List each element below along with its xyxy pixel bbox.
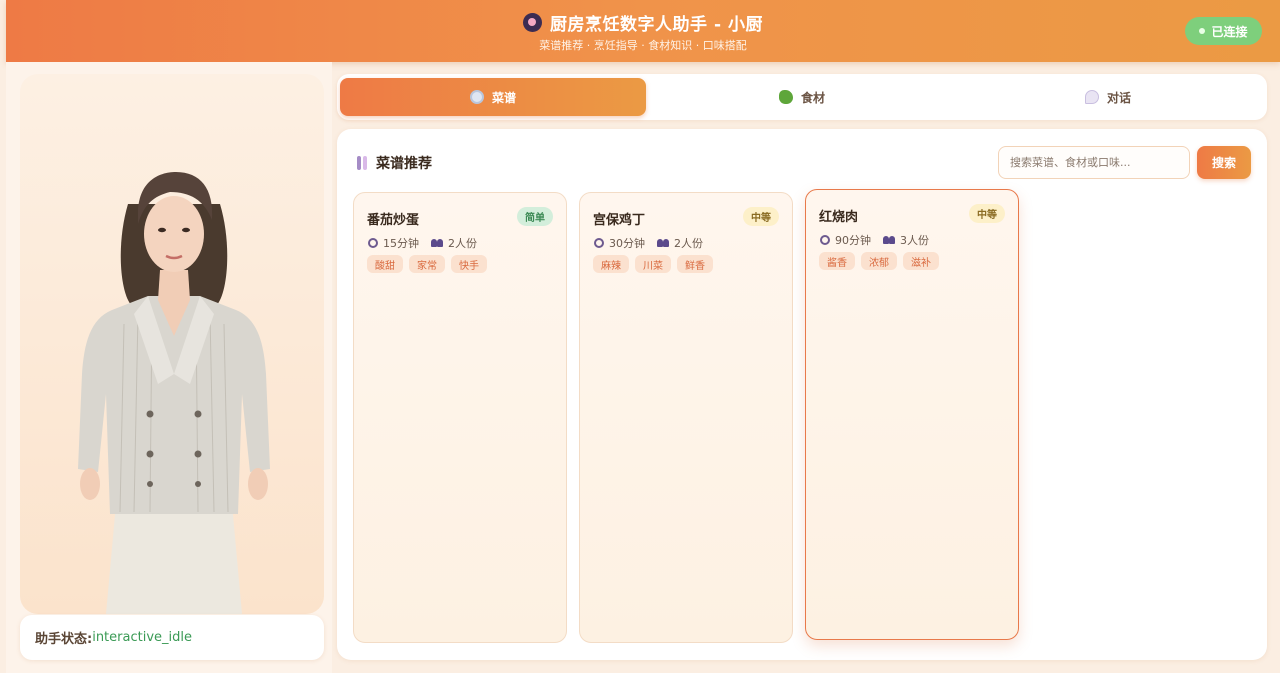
timer-icon xyxy=(820,235,830,245)
recipe-card-braised-pork[interactable]: 红烧肉 中等 90分钟 3人份 酱香 浓郁 滋补 xyxy=(805,189,1019,640)
app-header: 厨房烹饪数字人助手 - 小厨 菜谱推荐 · 烹饪指导 · 食材知识 · 口味搭配 xyxy=(6,0,1280,62)
tab-ingredients[interactable]: 食材 xyxy=(649,78,955,116)
flavor-tag: 酱香 xyxy=(819,252,855,270)
digital-human-avatar xyxy=(20,74,324,614)
recipe-card-kung-pao-chicken[interactable]: 宫保鸡丁 中等 30分钟 2人份 麻辣 川菜 鲜香 xyxy=(579,192,793,643)
people-icon xyxy=(883,236,895,244)
people-icon xyxy=(657,239,669,247)
recipes-section-title: 菜谱推荐 xyxy=(376,156,432,172)
assistant-figure-image xyxy=(78,172,270,614)
cook-time: 90分钟 xyxy=(835,234,871,247)
difficulty-badge: 中等 xyxy=(969,204,1005,223)
chat-bubble-icon xyxy=(1084,90,1099,104)
people-icon xyxy=(431,239,443,247)
chef-logo-icon xyxy=(523,13,543,32)
cook-time: 30分钟 xyxy=(609,237,645,250)
flavor-tag: 麻辣 xyxy=(593,255,629,273)
recipe-meta: 90分钟 3人份 xyxy=(820,232,929,248)
flavor-tag: 家常 xyxy=(409,255,445,273)
assistant-status-value: interactive_idle xyxy=(92,630,192,645)
recipe-card-tomato-egg[interactable]: 番茄炒蛋 简单 15分钟 2人份 酸甜 家常 快手 xyxy=(353,192,567,643)
connection-status-badge: 已连接 xyxy=(1185,17,1262,45)
recipe-name: 番茄炒蛋 xyxy=(367,213,420,228)
recipe-tags: 酱香 浓郁 滋补 xyxy=(819,252,939,270)
flavor-tag: 浓郁 xyxy=(861,252,897,270)
recipe-name: 宫保鸡丁 xyxy=(593,213,646,228)
tab-recipes[interactable]: 菜谱 xyxy=(340,78,646,116)
tab-chat[interactable]: 对话 xyxy=(955,78,1261,116)
app-subtitle: 菜谱推荐 · 烹饪指导 · 食材知识 · 口味搭配 xyxy=(539,39,747,52)
servings: 3人份 xyxy=(900,234,929,247)
flavor-tag: 滋补 xyxy=(903,252,939,270)
tab-chat-label: 对话 xyxy=(1106,90,1131,105)
utensils-icon xyxy=(355,156,369,170)
servings: 2人份 xyxy=(674,237,703,250)
difficulty-badge: 中等 xyxy=(743,207,779,226)
recipe-name: 红烧肉 xyxy=(819,210,859,225)
flavor-tag: 酸甜 xyxy=(367,255,403,273)
flavor-tag: 鲜香 xyxy=(677,255,713,273)
tab-ingredients-label: 食材 xyxy=(800,90,825,105)
assistant-status-label: 助手状态: xyxy=(35,632,93,647)
flavor-tag: 快手 xyxy=(451,255,487,273)
recipes-panel: 菜谱推荐 搜索 番茄炒蛋 简单 15分钟 2人份 酸甜 家常 快手 宫保鸡丁 中… xyxy=(337,129,1267,660)
recipes-section-header: 菜谱推荐 xyxy=(355,153,432,173)
search-button[interactable]: 搜索 xyxy=(1197,146,1251,179)
vegetable-icon xyxy=(778,90,793,104)
flavor-tag: 川菜 xyxy=(635,255,671,273)
recipe-search-input[interactable] xyxy=(998,146,1190,179)
servings: 2人份 xyxy=(448,237,477,250)
assistant-status-bar: 助手状态: interactive_idle xyxy=(20,615,324,660)
recipe-tags: 麻辣 川菜 鲜香 xyxy=(593,255,713,273)
avatar-panel: 助手状态: interactive_idle xyxy=(6,62,332,673)
connection-status-label: 已连接 xyxy=(1211,24,1248,39)
recipe-meta: 15分钟 2人份 xyxy=(368,235,477,251)
cook-time: 15分钟 xyxy=(383,237,419,250)
main-tabs: 菜谱 食材 对话 xyxy=(337,74,1267,120)
title-row: 厨房烹饪数字人助手 - 小厨 xyxy=(6,10,1280,35)
recipe-tags: 酸甜 家常 快手 xyxy=(367,255,487,273)
timer-icon xyxy=(368,238,378,248)
tab-recipes-label: 菜谱 xyxy=(491,90,516,105)
recipe-meta: 30分钟 2人份 xyxy=(594,235,703,251)
timer-icon xyxy=(594,238,604,248)
difficulty-badge: 简单 xyxy=(517,207,553,226)
app-title: 厨房烹饪数字人助手 - 小厨 xyxy=(550,15,763,35)
status-dot-icon xyxy=(1199,28,1206,34)
plate-icon xyxy=(469,90,484,104)
